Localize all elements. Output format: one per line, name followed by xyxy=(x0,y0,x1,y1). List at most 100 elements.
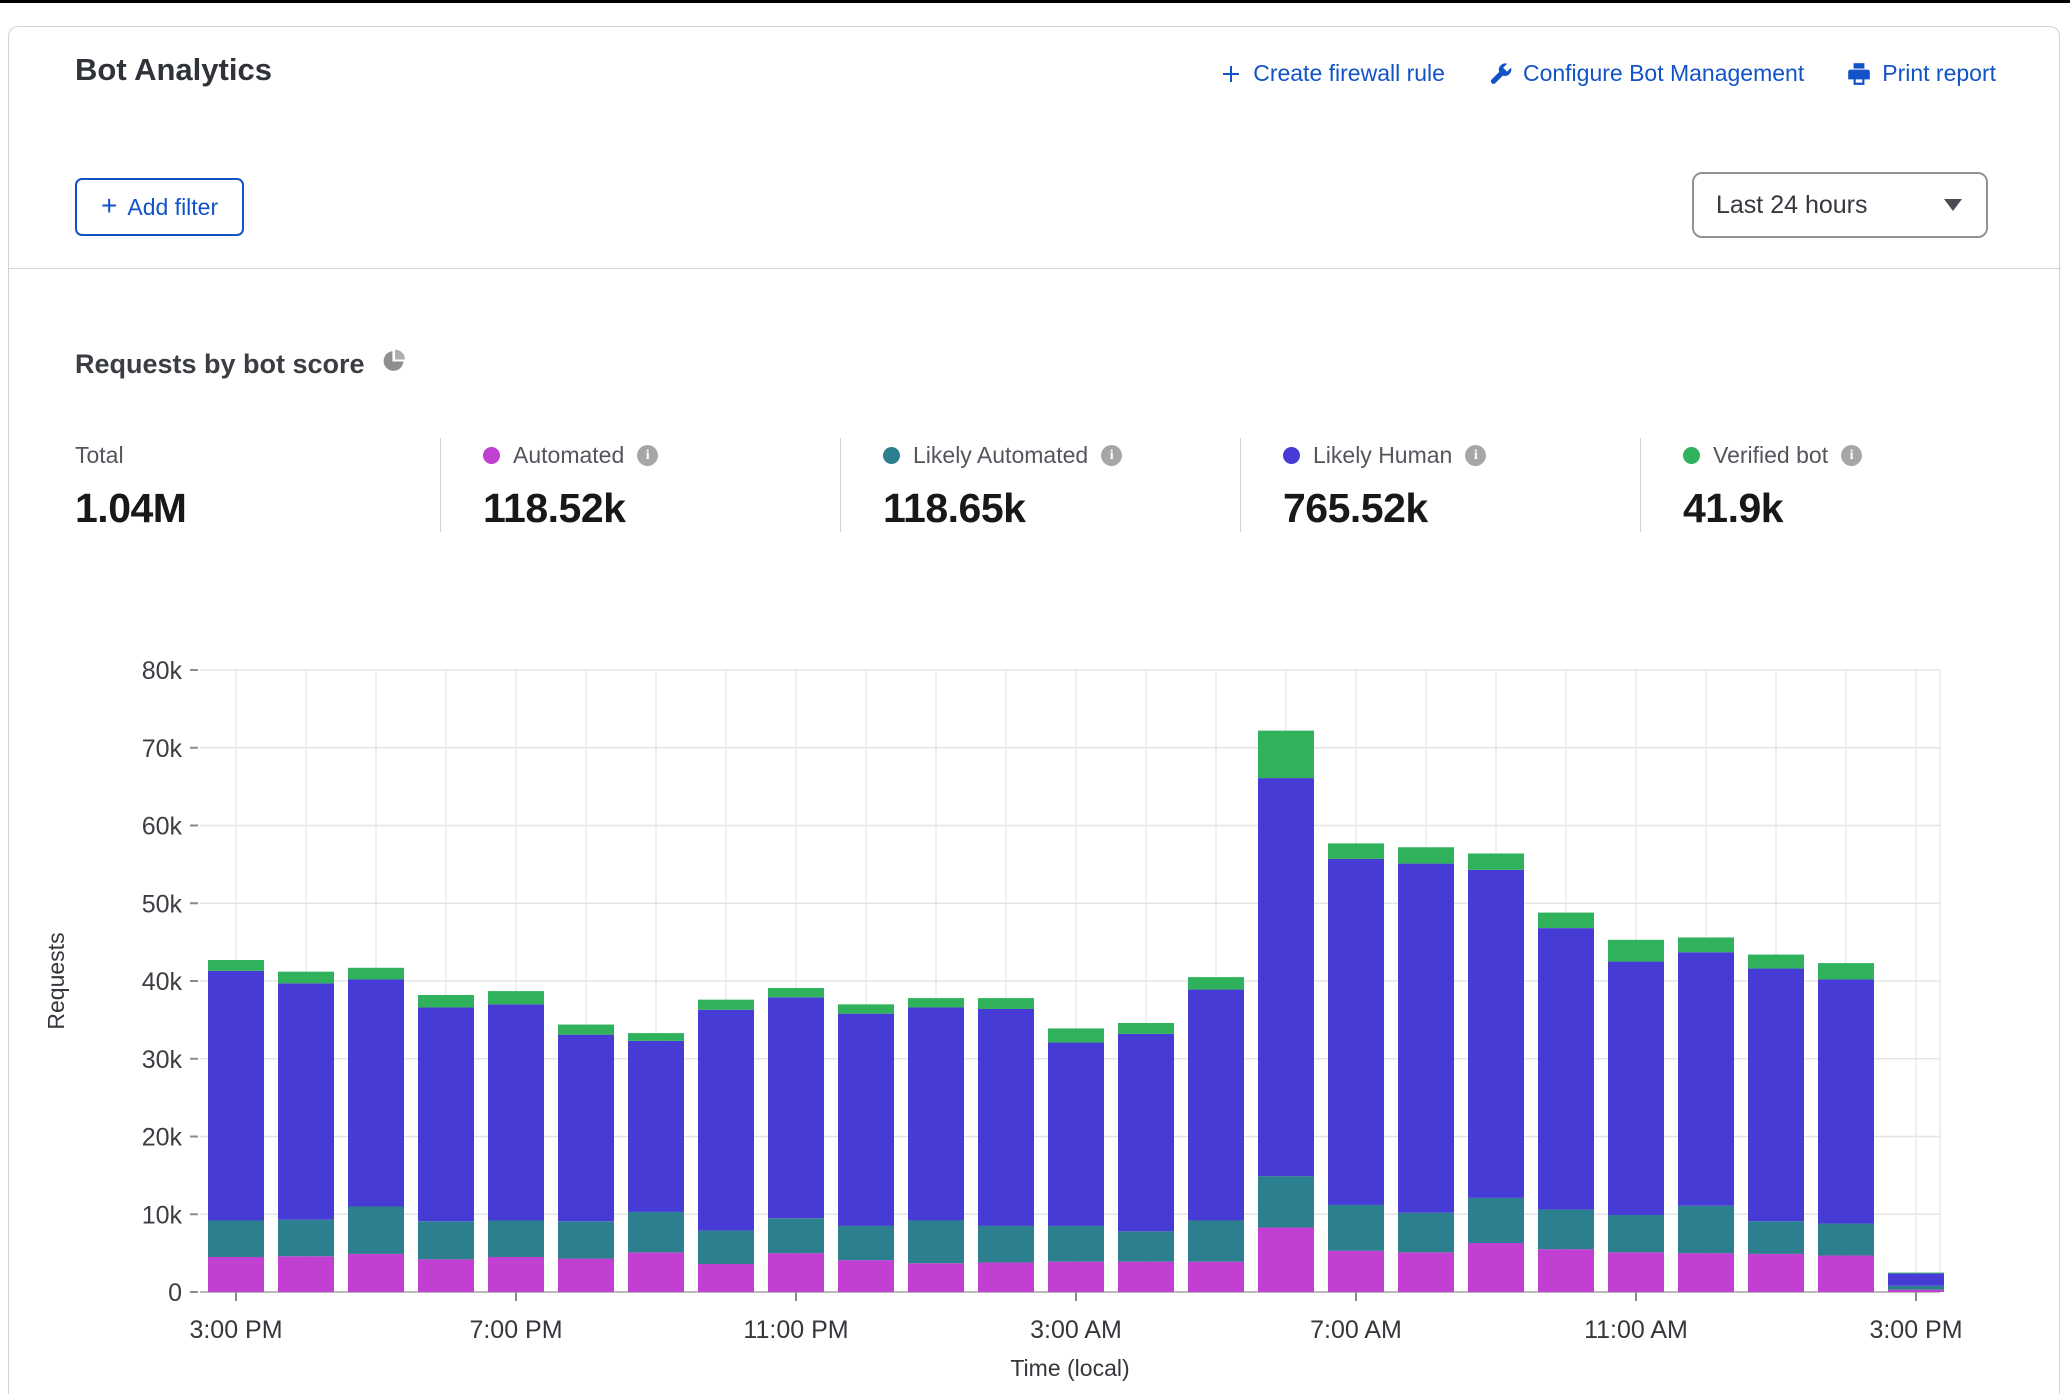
bar-segment-automated[interactable] xyxy=(278,1256,334,1292)
create-firewall-rule-link[interactable]: Create firewall rule xyxy=(1219,60,1445,87)
info-icon[interactable]: i xyxy=(1101,445,1122,466)
bar-segment-likely-automated[interactable] xyxy=(1118,1231,1174,1261)
bar-segment-likely-human[interactable] xyxy=(1468,870,1524,1198)
stat-automated[interactable]: Automated i 118.52k xyxy=(440,438,840,532)
bar-segment-likely-human[interactable] xyxy=(208,971,264,1221)
bar-segment-likely-automated[interactable] xyxy=(838,1226,894,1260)
bar-segment-verified-bot[interactable] xyxy=(1888,1273,1944,1274)
bar-segment-likely-automated[interactable] xyxy=(208,1220,264,1257)
print-report-link[interactable]: Print report xyxy=(1846,60,1996,87)
bar-segment-likely-automated[interactable] xyxy=(1678,1206,1734,1253)
bar-segment-likely-human[interactable] xyxy=(1538,928,1594,1209)
bar-segment-likely-automated[interactable] xyxy=(628,1212,684,1252)
bar-segment-likely-automated[interactable] xyxy=(1538,1210,1594,1250)
bar-segment-verified-bot[interactable] xyxy=(1398,847,1454,863)
bar-segment-automated[interactable] xyxy=(1608,1252,1664,1292)
bar-segment-verified-bot[interactable] xyxy=(628,1033,684,1041)
info-icon[interactable]: i xyxy=(1465,445,1486,466)
bar-segment-verified-bot[interactable] xyxy=(1118,1023,1174,1034)
bar-segment-likely-automated[interactable] xyxy=(1328,1205,1384,1251)
bar-segment-automated[interactable] xyxy=(1328,1251,1384,1292)
bar-segment-automated[interactable] xyxy=(1538,1249,1594,1292)
bar-segment-likely-human[interactable] xyxy=(628,1041,684,1212)
bar-segment-verified-bot[interactable] xyxy=(278,972,334,984)
bar-segment-verified-bot[interactable] xyxy=(1468,853,1524,869)
bar-segment-likely-automated[interactable] xyxy=(1818,1224,1874,1256)
bar-segment-automated[interactable] xyxy=(348,1254,404,1292)
info-icon[interactable]: i xyxy=(1841,445,1862,466)
bar-segment-automated[interactable] xyxy=(1888,1290,1944,1292)
bar-segment-automated[interactable] xyxy=(908,1263,964,1292)
bar-segment-likely-human[interactable] xyxy=(908,1007,964,1220)
bar-segment-likely-human[interactable] xyxy=(1048,1042,1104,1225)
bar-segment-automated[interactable] xyxy=(628,1252,684,1292)
bar-segment-verified-bot[interactable] xyxy=(1678,937,1734,952)
bar-segment-verified-bot[interactable] xyxy=(1328,843,1384,859)
stacked-bar-chart[interactable]: 010k20k30k40k50k60k70k80k3:00 PM7:00 PM1… xyxy=(0,618,2070,1394)
bar-segment-verified-bot[interactable] xyxy=(698,1000,754,1010)
info-icon[interactable]: i xyxy=(637,445,658,466)
bar-segment-automated[interactable] xyxy=(1678,1253,1734,1292)
bar-segment-likely-human[interactable] xyxy=(768,997,824,1218)
bar-segment-verified-bot[interactable] xyxy=(348,968,404,980)
bar-segment-likely-human[interactable] xyxy=(1188,990,1244,1221)
bar-segment-likely-human[interactable] xyxy=(1748,969,1804,1222)
bar-segment-verified-bot[interactable] xyxy=(418,995,474,1007)
bar-segment-automated[interactable] xyxy=(1818,1255,1874,1292)
bar-segment-automated[interactable] xyxy=(1398,1252,1454,1292)
bar-segment-automated[interactable] xyxy=(1118,1262,1174,1292)
bar-segment-likely-human[interactable] xyxy=(1608,962,1664,1215)
bar-segment-automated[interactable] xyxy=(418,1259,474,1292)
stat-likely-automated[interactable]: Likely Automated i 118.65k xyxy=(840,438,1240,532)
requests-by-bot-score-chart[interactable]: 010k20k30k40k50k60k70k80k3:00 PM7:00 PM1… xyxy=(0,618,2070,1394)
bar-segment-likely-human[interactable] xyxy=(1258,778,1314,1176)
bar-segment-likely-automated[interactable] xyxy=(348,1206,404,1253)
bar-segment-likely-automated[interactable] xyxy=(1398,1213,1454,1253)
bar-segment-automated[interactable] xyxy=(488,1257,544,1292)
bar-segment-verified-bot[interactable] xyxy=(1048,1028,1104,1042)
bar-segment-automated[interactable] xyxy=(1258,1227,1314,1292)
configure-bot-management-link[interactable]: Configure Bot Management xyxy=(1487,60,1804,87)
bar-segment-verified-bot[interactable] xyxy=(978,998,1034,1009)
bar-segment-likely-human[interactable] xyxy=(978,1009,1034,1226)
bar-segment-automated[interactable] xyxy=(978,1262,1034,1292)
bar-segment-automated[interactable] xyxy=(1048,1262,1104,1292)
bar-segment-verified-bot[interactable] xyxy=(208,960,264,971)
stat-verified-bot[interactable]: Verified bot i 41.9k xyxy=(1640,438,1995,532)
bar-segment-likely-automated[interactable] xyxy=(1258,1176,1314,1227)
bar-segment-likely-human[interactable] xyxy=(1398,864,1454,1213)
bar-segment-likely-automated[interactable] xyxy=(978,1226,1034,1263)
bar-segment-automated[interactable] xyxy=(838,1260,894,1292)
bar-segment-verified-bot[interactable] xyxy=(1538,913,1594,929)
bar-segment-likely-automated[interactable] xyxy=(698,1231,754,1264)
bar-segment-likely-human[interactable] xyxy=(1328,859,1384,1205)
bar-segment-likely-automated[interactable] xyxy=(488,1220,544,1257)
bar-segment-likely-automated[interactable] xyxy=(768,1218,824,1253)
bar-segment-verified-bot[interactable] xyxy=(838,1004,894,1013)
bar-segment-automated[interactable] xyxy=(768,1253,824,1292)
bar-segment-likely-human[interactable] xyxy=(1888,1273,1944,1285)
bar-segment-automated[interactable] xyxy=(1748,1254,1804,1292)
bar-segment-likely-automated[interactable] xyxy=(558,1221,614,1258)
bar-segment-automated[interactable] xyxy=(208,1257,264,1292)
bar-segment-verified-bot[interactable] xyxy=(1258,731,1314,778)
bar-segment-likely-automated[interactable] xyxy=(1468,1198,1524,1243)
bar-segment-likely-automated[interactable] xyxy=(1608,1215,1664,1252)
bar-segment-likely-automated[interactable] xyxy=(1888,1286,1944,1290)
bar-segment-automated[interactable] xyxy=(1188,1262,1244,1292)
bar-segment-verified-bot[interactable] xyxy=(1748,955,1804,969)
bar-segment-likely-automated[interactable] xyxy=(1048,1226,1104,1262)
bar-segment-verified-bot[interactable] xyxy=(488,991,544,1004)
bar-segment-likely-human[interactable] xyxy=(278,983,334,1219)
bar-segment-automated[interactable] xyxy=(698,1264,754,1292)
bar-segment-likely-automated[interactable] xyxy=(908,1220,964,1263)
bar-segment-likely-automated[interactable] xyxy=(1188,1220,1244,1261)
bar-segment-automated[interactable] xyxy=(1468,1243,1524,1292)
bar-segment-likely-automated[interactable] xyxy=(1748,1221,1804,1254)
bar-segment-verified-bot[interactable] xyxy=(768,988,824,997)
bar-segment-likely-human[interactable] xyxy=(558,1035,614,1222)
time-range-select[interactable]: Last 24 hours xyxy=(1692,172,1988,238)
stat-likely-human[interactable]: Likely Human i 765.52k xyxy=(1240,438,1640,532)
bar-segment-likely-human[interactable] xyxy=(418,1007,474,1221)
bar-segment-likely-automated[interactable] xyxy=(278,1220,334,1257)
